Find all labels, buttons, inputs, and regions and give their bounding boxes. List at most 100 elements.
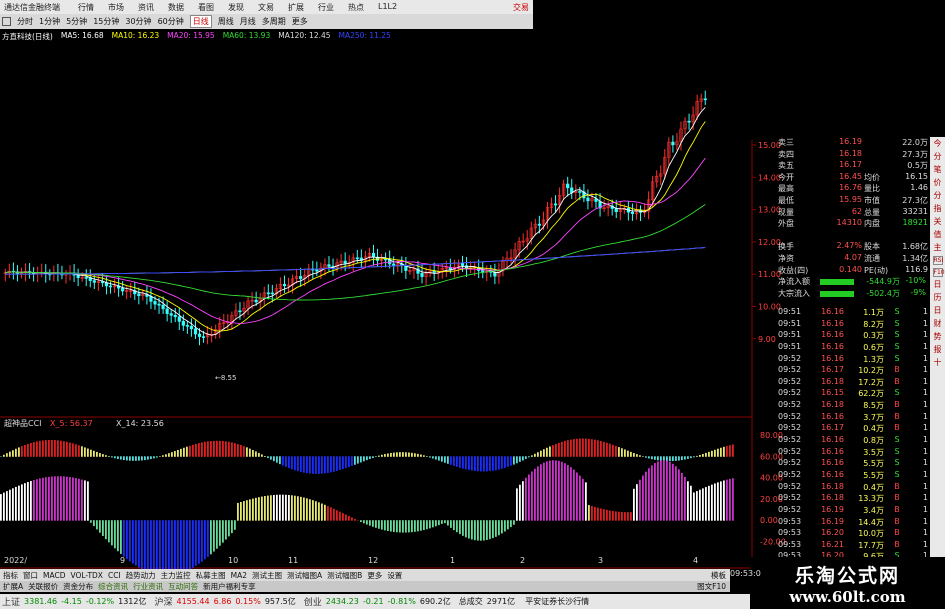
indicator-tab[interactable]: 主力监控 [161,570,191,581]
lower-bar [297,496,299,521]
quote-value-2: 1.34亿 [902,253,928,263]
period-tab[interactable]: 多周期 [262,16,286,27]
tick-price: 16.16 [821,318,844,328]
sub-tab[interactable]: 扩展A [3,581,23,592]
tick-side: S [894,318,900,328]
side-tab[interactable]: 指 [933,204,943,214]
upper-bar [144,456,146,461]
indicator-tab[interactable]: 设置 [387,570,402,581]
grid-icon[interactable] [2,17,11,26]
indicator-tab[interactable]: 测试幅图A [287,570,322,581]
indicator-tab[interactable]: 窗口 [23,570,38,581]
period-tab[interactable]: 1分钟 [39,16,60,27]
indicator-tab[interactable]: 更多 [367,570,382,581]
period-tab[interactable]: 分时 [17,16,33,27]
side-tab[interactable]: 日 [933,306,943,316]
side-tab[interactable]: 势 [933,332,943,342]
lower-bar [555,460,557,521]
upper-bar [591,439,593,457]
menu-item[interactable]: 市场 [108,2,124,13]
menu-item[interactable]: 文易 [258,2,274,13]
menu-item[interactable]: 行业 [318,2,334,13]
tick-list[interactable]: 09:51 16.16 1.1万 S 1 09:51 16.16 8.2万 S 1 09:51 16.… [778,307,928,563]
sub-tab[interactable]: 资金分布 [63,581,93,592]
side-tab[interactable]: F10 [932,268,945,277]
period-tab[interactable]: 更多 [292,16,308,27]
menu-item[interactable]: 资讯 [138,2,154,13]
upper-bar [204,441,206,457]
lower-bar [153,520,155,575]
upper-bar [57,440,59,457]
side-tab[interactable]: 财 [933,319,943,329]
upper-bar [123,456,125,461]
period-tab[interactable]: 30分钟 [125,16,151,27]
upper-bar [288,456,290,469]
lower-bar [63,476,65,521]
side-tab[interactable]: 价 [933,178,943,188]
tick-count: 1 [922,365,928,375]
period-tab[interactable]: 月线 [240,16,256,27]
side-tab[interactable]: 分 [933,191,943,201]
lower-bar [660,460,662,521]
upper-bar [720,447,722,457]
side-tab[interactable]: 日 [933,280,943,290]
side-tab[interactable]: 值 [933,230,943,240]
indicator-tab[interactable]: CCI [108,571,121,580]
quote-value: 62 [851,206,862,216]
menu-item[interactable]: 发现 [228,2,244,13]
tick-price: 16.16 [821,446,844,456]
tick-count: 1 [922,318,928,328]
period-tab[interactable]: 15分钟 [93,16,119,27]
side-tab[interactable]: 今 [933,139,943,149]
quote-value: 16.18 [839,148,862,158]
tick-row: 09:52 16.19 3.4万 B 1 [778,505,928,517]
side-tab[interactable]: 历 [933,293,943,303]
lower-bar [336,510,338,521]
sub-tab[interactable]: 综合资讯 [98,581,128,592]
flow-pct: -9% [910,287,926,297]
menu-item[interactable]: 扩展 [288,2,304,13]
menu-item[interactable]: 数据 [168,2,184,13]
period-tab-selected[interactable]: 日线 [189,15,212,28]
upper-bar [261,454,263,457]
indicator-tab[interactable]: VOL-TDX [70,571,102,580]
sub-tab[interactable]: 新用户福利专享 [203,581,256,592]
tick-volume: 0.3万 [863,331,884,341]
sub-tab[interactable]: 关联报价 [28,581,58,592]
indicator-tab[interactable]: 趋势动力 [126,570,156,581]
period-tab[interactable]: 周线 [218,16,234,27]
side-tab[interactable]: 报 [933,345,943,355]
indicator-tab[interactable]: MACD [43,571,65,580]
side-tab[interactable]: 十 [933,358,943,368]
menu-item[interactable]: L1L2 [378,2,397,13]
tick-time: 09:53 [778,528,802,538]
upper-bar [285,456,287,467]
menu-item[interactable]: 热点 [348,2,364,13]
side-tab[interactable]: 主 [933,243,943,253]
upper-bar [687,456,689,459]
tick-count: 1 [922,400,928,410]
trade-button[interactable]: 交易 [513,2,529,13]
side-tab[interactable]: 分 [933,152,943,162]
period-tab[interactable]: 5分钟 [66,16,87,27]
indicator-tab[interactable]: 私募主图 [196,570,226,581]
tick-volume: 14.4万 [858,517,884,527]
side-tab[interactable]: 关 [933,217,943,227]
indicator-tab[interactable]: MA2 [231,571,247,580]
sub-tab[interactable]: 行业资讯 [133,581,163,592]
upper-bar [699,454,701,457]
template-button[interactable]: 模板 [711,570,726,581]
period-tab[interactable]: 60分钟 [158,16,184,27]
indicator-tab[interactable]: 指标 [3,570,18,581]
menu-item[interactable]: 行情 [78,2,94,13]
f10-button[interactable]: 图文F10 [697,581,726,592]
menu-item[interactable]: 看图 [198,2,214,13]
indicator-tab[interactable]: 测试幅图B [327,570,362,581]
side-tab[interactable]: RSI [932,256,943,265]
lower-bar [687,481,689,521]
indicator-tab[interactable]: 测试主图 [252,570,282,581]
side-tab[interactable]: 笔 [933,165,943,175]
lower-bar [453,520,455,531]
sub-tab[interactable]: 互动问答 [168,581,198,592]
upper-bar [732,444,734,457]
